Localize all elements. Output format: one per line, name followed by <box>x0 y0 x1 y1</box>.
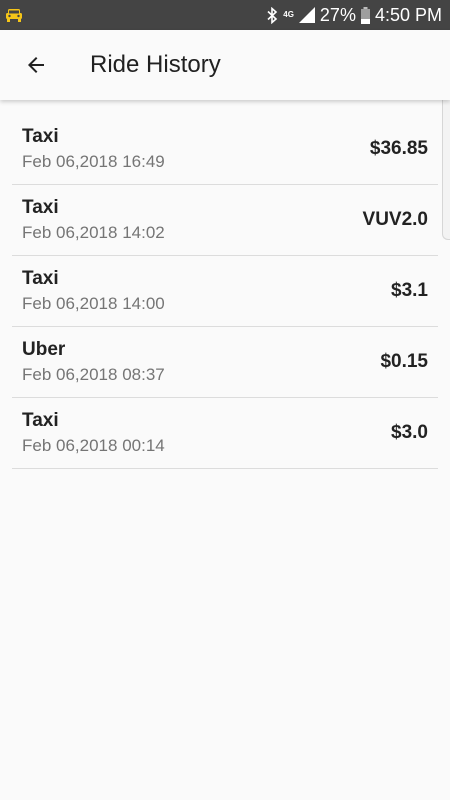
status-bar: 4G 27% 4:50 PM <box>0 0 450 30</box>
ride-date: Feb 06,2018 14:00 <box>22 294 165 313</box>
taxi-icon <box>6 9 22 22</box>
ride-service: Taxi <box>22 126 59 147</box>
ride-info: Uber Feb 06,2018 08:37 <box>22 338 380 386</box>
ride-item[interactable]: Taxi Feb 06,2018 14:02 VUV2.0 <box>12 185 438 256</box>
battery-icon <box>360 6 370 24</box>
ride-service: Taxi <box>22 410 59 431</box>
app-bar: Ride History <box>0 30 450 100</box>
ride-date: Feb 06,2018 00:14 <box>22 436 165 455</box>
ride-item[interactable]: Taxi Feb 06,2018 14:00 $3.1 <box>12 256 438 327</box>
ride-service: Taxi <box>22 268 59 289</box>
signal-icon <box>298 7 315 23</box>
ride-fare: VUV2.0 <box>362 209 428 230</box>
ride-service: Uber <box>22 339 66 360</box>
status-left <box>6 8 266 22</box>
ride-info: Taxi Feb 06,2018 16:49 <box>22 125 370 173</box>
ride-item[interactable]: Taxi Feb 06,2018 16:49 $36.85 <box>12 114 438 185</box>
network-type: 4G <box>283 10 294 19</box>
page-title: Ride History <box>90 51 221 78</box>
ride-fare: $36.85 <box>369 138 428 159</box>
ride-fare: $3.1 <box>391 280 428 301</box>
ride-info: Taxi Feb 06,2018 00:14 <box>22 409 391 457</box>
ride-list: Taxi Feb 06,2018 16:49 $36.85 Taxi Feb 0… <box>12 114 438 469</box>
ride-date: Feb 06,2018 08:37 <box>22 365 165 384</box>
ride-info: Taxi Feb 06,2018 14:00 <box>22 267 391 315</box>
back-button[interactable] <box>16 45 56 85</box>
ride-item[interactable]: Uber Feb 06,2018 08:37 $0.15 <box>12 327 438 398</box>
battery-percent: 27% <box>319 4 356 25</box>
arrow-left-icon <box>28 57 44 73</box>
bluetooth-icon <box>267 6 278 24</box>
ride-fare: $0.15 <box>380 351 428 372</box>
status-right: 4G 27% 4:50 PM <box>266 5 442 26</box>
ride-service: Taxi <box>22 197 59 218</box>
ride-fare: $3.0 <box>391 422 428 443</box>
ride-date: Feb 06,2018 14:02 <box>22 223 165 242</box>
ride-date: Feb 06,2018 16:49 <box>22 152 165 171</box>
scroll-edge <box>442 90 450 240</box>
clock: 4:50 PM <box>374 4 442 25</box>
ride-item[interactable]: Taxi Feb 06,2018 00:14 $3.0 <box>12 398 438 469</box>
ride-info: Taxi Feb 06,2018 14:02 <box>22 196 363 244</box>
